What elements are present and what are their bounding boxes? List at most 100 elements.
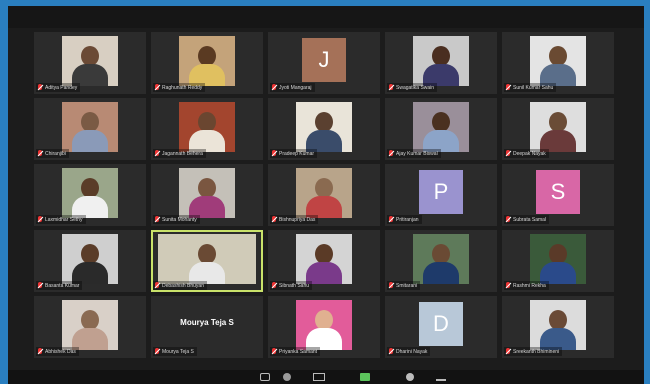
mute-icon[interactable] (260, 373, 270, 381)
participant-avatar: J (302, 38, 346, 82)
person-head (198, 46, 216, 66)
meeting-window: Aditya Pandey Raghunath Reddy J Jyoti Manga… (8, 6, 644, 384)
participant-label: Priyanka Samant (270, 347, 321, 356)
participant-tile[interactable]: Bishnupriya Das (268, 164, 380, 226)
participant-name: Laxmidhar Sethy (45, 216, 83, 223)
participant-name: Ajay Kumar Biswal (396, 150, 438, 157)
participant-name: Pritiranjan (396, 216, 419, 223)
participant-tile[interactable]: Deepak Nayak (502, 98, 614, 160)
reactions-icon[interactable] (436, 373, 446, 381)
participant-label: Rashmi Rekha (504, 281, 549, 290)
person-head (549, 310, 567, 330)
mic-muted-icon (37, 216, 43, 223)
participant-name: Dharini Nayak (396, 348, 428, 355)
mic-muted-icon (37, 282, 43, 289)
participant-tile[interactable]: Laxmidhar Sethy (34, 164, 146, 226)
participant-tile[interactable]: Chiranjibi (34, 98, 146, 160)
participant-tile[interactable]: Swagatika Swain (385, 32, 497, 94)
participant-tile[interactable]: Debashish Bhuyan (151, 230, 263, 292)
participant-label: Deepak Nayak (504, 149, 549, 158)
participant-video (530, 300, 586, 350)
mic-muted-icon (154, 216, 160, 223)
participant-name: Sunita Mohanty (162, 216, 197, 223)
participant-name: Aditya Pandey (45, 84, 78, 91)
mic-muted-icon (388, 84, 394, 91)
person-head (198, 112, 216, 132)
participant-name: Subrata Samal (513, 216, 547, 223)
participant-name: Priyanka Samant (279, 348, 318, 355)
participant-tile[interactable]: Smitarani (385, 230, 497, 292)
participant-tile[interactable]: D Dharini Nayak (385, 296, 497, 358)
participant-tile[interactable]: Basanta Kumar (34, 230, 146, 292)
participant-label: Subrata Samal (504, 215, 550, 224)
mic-muted-icon (505, 348, 511, 355)
participant-tile[interactable]: Raghunath Reddy (151, 32, 263, 94)
participant-name: Bishnupriya Das (279, 216, 316, 223)
participant-video (530, 36, 586, 86)
participant-tile[interactable]: Rashmi Rekha (502, 230, 614, 292)
share-screen-icon[interactable] (360, 373, 370, 381)
participant-video (62, 102, 118, 152)
participant-tile[interactable]: S Subrata Samal (502, 164, 614, 226)
person-head (198, 244, 216, 264)
participant-name: Pradeep Kumar (279, 150, 315, 157)
participant-video (62, 36, 118, 86)
participants-icon[interactable] (313, 373, 325, 381)
mic-muted-icon (388, 348, 394, 355)
participant-label: Aditya Pandey (36, 83, 81, 92)
person-head (432, 244, 450, 264)
participant-tile[interactable]: Jagannath Behera (151, 98, 263, 160)
participant-video (296, 168, 352, 218)
mic-muted-icon (505, 150, 511, 157)
person-head (81, 178, 99, 198)
video-icon[interactable] (283, 373, 291, 381)
participant-label: Basanta Kumar (36, 281, 83, 290)
participant-label: Sunil Kumar Sahu (504, 83, 557, 92)
participant-tile[interactable]: Priyanka Samant (268, 296, 380, 358)
mic-muted-icon (37, 150, 43, 157)
participant-tile[interactable]: Sunil Kumar Sahu (502, 32, 614, 94)
mic-muted-icon (271, 84, 277, 91)
participant-tile[interactable]: Abhishek Das (34, 296, 146, 358)
participant-avatar: P (419, 170, 463, 214)
participant-name: Sreekanth Bhimineni (513, 348, 560, 355)
mic-muted-icon (271, 216, 277, 223)
participant-tile[interactable]: Aditya Pandey (34, 32, 146, 94)
mic-muted-icon (271, 150, 277, 157)
mic-muted-icon (505, 216, 511, 223)
participant-label: Swagatika Swain (387, 83, 438, 92)
participant-tile[interactable]: Ajay Kumar Biswal (385, 98, 497, 160)
participant-name: Deepak Nayak (513, 150, 546, 157)
participant-tile[interactable]: J Jyoti Mangaraj (268, 32, 380, 94)
participant-tile[interactable]: P Pritiranjan (385, 164, 497, 226)
participant-label: Bishnupriya Das (270, 215, 319, 224)
record-icon[interactable] (406, 373, 414, 381)
person-body (423, 262, 459, 284)
participant-tile[interactable]: Mourya Teja S Mourya Teja S (151, 296, 263, 358)
mic-muted-icon (505, 282, 511, 289)
participant-label: Debashish Bhuyan (153, 281, 207, 290)
participant-name: Debashish Bhuyan (162, 282, 204, 289)
participant-name: Sibnath Sahu (279, 282, 310, 289)
participant-video (413, 102, 469, 152)
participant-video (530, 234, 586, 284)
participant-video (62, 234, 118, 284)
participant-avatar: D (419, 302, 463, 346)
participant-video (296, 234, 352, 284)
participant-tile[interactable]: Sreekanth Bhimineni (502, 296, 614, 358)
mic-muted-icon (271, 282, 277, 289)
participant-name: Chiranjibi (45, 150, 66, 157)
person-head (315, 112, 333, 132)
participant-tile[interactable]: Sibnath Sahu (268, 230, 380, 292)
participant-video (179, 36, 235, 86)
participant-label: Pradeep Kumar (270, 149, 318, 158)
participant-label: Ajay Kumar Biswal (387, 149, 441, 158)
participant-label: Abhishek Das (36, 347, 79, 356)
mic-muted-icon (388, 150, 394, 157)
participant-tile[interactable]: Pradeep Kumar (268, 98, 380, 160)
participant-video (530, 102, 586, 152)
participant-tile[interactable]: Sunita Mohanty (151, 164, 263, 226)
participant-label: Dharini Nayak (387, 347, 431, 356)
participant-label: Pritiranjan (387, 215, 422, 224)
person-head (81, 244, 99, 264)
